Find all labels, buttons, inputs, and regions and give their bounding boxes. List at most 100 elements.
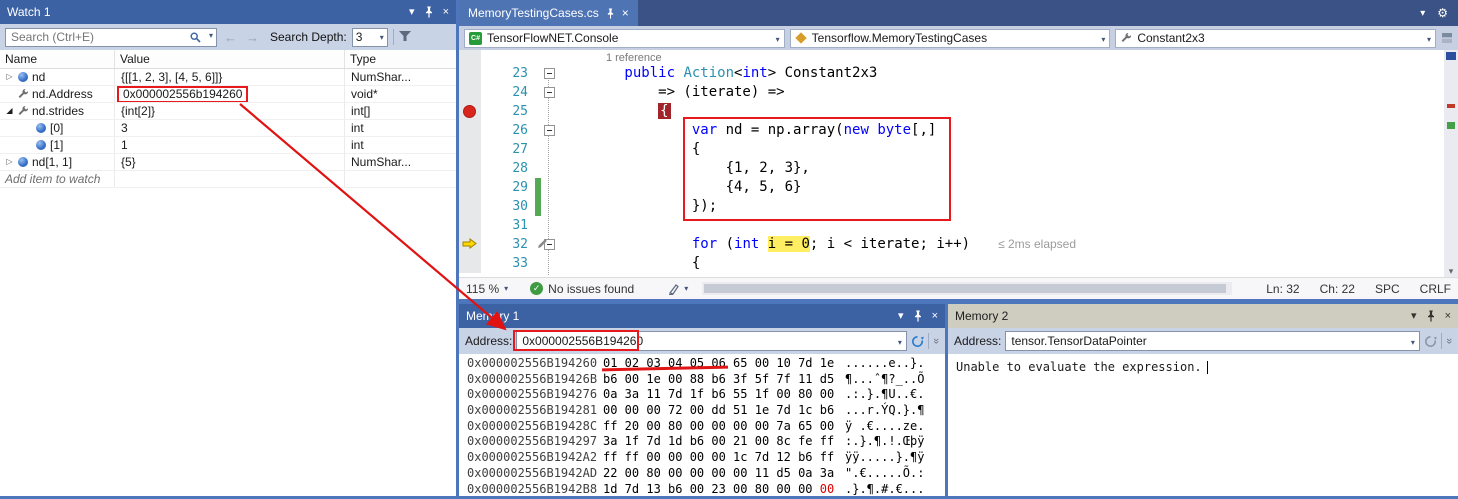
toolbar-overflow-icon[interactable]: »	[1443, 338, 1455, 344]
code-text[interactable]: for (int i = 0; i < iterate; i++)≤ 2ms e…	[557, 235, 1458, 254]
expander-icon[interactable]: ▷	[3, 154, 16, 170]
search-icon[interactable]	[190, 32, 201, 46]
column-header-name[interactable]: Name	[0, 50, 115, 68]
memory2-content[interactable]: Unable to evaluate the expression.	[948, 354, 1458, 496]
codelens-label[interactable]: 1 reference	[606, 52, 662, 64]
search-next-icon[interactable]: →	[244, 30, 261, 45]
expander-icon[interactable]: ▷	[3, 69, 16, 85]
code-text[interactable]: {	[557, 102, 1458, 121]
search-depth-select[interactable]: 3 ▾	[352, 28, 388, 47]
watch-row[interactable]: ▷nd{[[1, 2, 3], [4, 5, 6]]}NumShar...	[0, 69, 456, 86]
column-header-type[interactable]: Type	[345, 50, 456, 68]
address-input[interactable]: tensor.TensorDataPointer ▾	[1005, 331, 1420, 351]
code-editor[interactable]: 1 reference 23 public Action<int> Constant…	[459, 50, 1458, 277]
indicator-margin[interactable]	[459, 216, 481, 235]
window-menu-icon[interactable]: ▾	[1411, 311, 1417, 322]
code-text[interactable]: {1, 2, 3},	[557, 159, 1458, 178]
pin-icon[interactable]	[424, 6, 434, 18]
memory1-titlebar[interactable]: Memory 1 ▾ ×	[459, 304, 945, 328]
project-dropdown[interactable]: C# TensorFlowNET.Console ▾	[464, 29, 785, 48]
chevron-down-icon[interactable]: ▾	[1420, 8, 1425, 19]
search-input[interactable]	[5, 28, 217, 47]
split-window-icon[interactable]	[1441, 32, 1453, 44]
window-menu-icon[interactable]: ▾	[898, 311, 904, 322]
memory1-content[interactable]: 0x000002556B19426001 02 03 04 05 06 65 0…	[459, 354, 945, 496]
refresh-icon[interactable]	[911, 335, 924, 348]
indicator-margin[interactable]	[459, 178, 481, 197]
indicator-margin[interactable]	[459, 235, 481, 254]
breakpoint-icon[interactable]	[463, 105, 476, 118]
memory-row[interactable]: 0x000002556B1942AD22 00 80 00 00 00 00 1…	[467, 466, 945, 482]
memory-row[interactable]: 0x000002556B19426Bb6 00 1e 00 88 b6 3f 5…	[467, 372, 945, 388]
memory-row[interactable]: 0x000002556B19428100 00 00 72 00 dd 51 1…	[467, 403, 945, 419]
close-icon[interactable]: ×	[622, 6, 629, 20]
search-options-chevron-icon[interactable]: ▾	[209, 31, 213, 40]
indicator-margin[interactable]	[459, 102, 481, 121]
indicator-margin[interactable]	[459, 64, 481, 83]
indicator-margin[interactable]	[459, 254, 481, 273]
fold-collapse-icon[interactable]	[544, 125, 555, 136]
close-icon[interactable]: ×	[1445, 311, 1451, 322]
code-text[interactable]: {4, 5, 6}	[557, 178, 1458, 197]
close-icon[interactable]: ×	[443, 7, 449, 18]
member-dropdown[interactable]: Constant2x3 ▾	[1115, 29, 1436, 48]
refresh-icon[interactable]	[1424, 335, 1437, 348]
indicator-margin[interactable]	[459, 140, 481, 159]
issues-label[interactable]: No issues found	[548, 282, 634, 296]
code-text[interactable]	[557, 216, 1458, 235]
code-text[interactable]: });	[557, 197, 1458, 216]
memory-row[interactable]: 0x000002556B19426001 02 03 04 05 06 65 0…	[467, 356, 945, 372]
toolbar-overflow-icon[interactable]: »	[930, 338, 942, 344]
window-menu-icon[interactable]: ▾	[409, 7, 415, 18]
tab-memorytestingcases[interactable]: MemoryTestingCases.cs ×	[459, 0, 638, 26]
fold-collapse-icon[interactable]	[544, 68, 555, 79]
memory-row[interactable]: 0x000002556B1942760a 3a 11 7d 1f b6 55 1…	[467, 387, 945, 403]
watch-row[interactable]: nd.Address0x000002556b194260void*	[0, 86, 456, 103]
memory2-titlebar[interactable]: Memory 2 ▾ ×	[948, 304, 1458, 328]
indicator-margin[interactable]	[459, 197, 481, 216]
filter-icon[interactable]	[399, 30, 411, 44]
address-input[interactable]: 0x000002556B194260 ▾	[516, 331, 907, 351]
memory-row[interactable]: 0x000002556B1942A2ff ff 00 00 00 00 1c 7…	[467, 450, 945, 466]
type-dropdown[interactable]: Tensorflow.MemoryTestingCases ▾	[790, 29, 1111, 48]
line-number: 23	[481, 64, 535, 83]
column-header-value[interactable]: Value	[115, 50, 345, 68]
watch-name-label: nd.strides	[32, 103, 84, 119]
search-prev-icon[interactable]: ←	[222, 30, 239, 45]
gear-icon[interactable]: ⚙	[1437, 6, 1448, 20]
code-text[interactable]: {	[557, 140, 1458, 159]
indicator-margin[interactable]	[459, 50, 481, 64]
watch-row[interactable]: ▷nd[1, 1]{5}NumShar...	[0, 154, 456, 171]
close-icon[interactable]: ×	[932, 311, 938, 322]
indicator-margin[interactable]	[459, 83, 481, 102]
code-text[interactable]: public Action<int> Constant2x3	[557, 64, 1458, 83]
code-text[interactable]: var nd = np.array(new byte[,]	[557, 121, 1458, 140]
fold-collapse-icon[interactable]	[544, 87, 555, 98]
watch-type: int	[345, 120, 456, 137]
watch-titlebar[interactable]: Watch 1 ▾ ×	[0, 0, 456, 24]
memory-hex-bytes: 01 02 03 04 05 06 65 00 10 7d 1e	[603, 356, 834, 370]
zoom-select[interactable]: 115 % ▾	[466, 282, 508, 296]
horizontal-scrollbar[interactable]	[702, 282, 1232, 295]
pin-icon[interactable]	[913, 310, 923, 322]
indicator-margin[interactable]	[459, 121, 481, 140]
code-text[interactable]: => (iterate) =>	[557, 83, 1458, 102]
memory-row[interactable]: 0x000002556B1942B81d 7d 13 b6 00 23 00 8…	[467, 482, 945, 497]
scrollbar-thumb[interactable]	[704, 284, 1226, 293]
watch-row[interactable]: [0]3int	[0, 120, 456, 137]
line-number: 24	[481, 83, 535, 102]
expander-icon[interactable]: ◢	[3, 103, 16, 119]
line-number-label: 32	[512, 237, 528, 252]
watch-add-row[interactable]: Add item to watch	[0, 171, 456, 188]
memory-row[interactable]: 0x000002556B1942973a 1f 7d 1d b6 00 21 0…	[467, 434, 945, 450]
memory-row[interactable]: 0x000002556B19428Cff 20 00 80 00 00 00 0…	[467, 419, 945, 435]
indicator-margin[interactable]	[459, 159, 481, 178]
pin-icon[interactable]	[606, 8, 615, 19]
code-line: 28{1, 2, 3},	[459, 159, 1458, 178]
watch-row[interactable]: [1]1int	[0, 137, 456, 154]
perf-tip[interactable]: ≤ 2ms elapsed	[998, 237, 1076, 251]
code-cleanup-button[interactable]: ▾	[668, 283, 688, 295]
pin-icon[interactable]	[1426, 310, 1436, 322]
code-text[interactable]: {	[557, 254, 1458, 273]
watch-row[interactable]: ◢nd.strides{int[2]}int[]	[0, 103, 456, 120]
